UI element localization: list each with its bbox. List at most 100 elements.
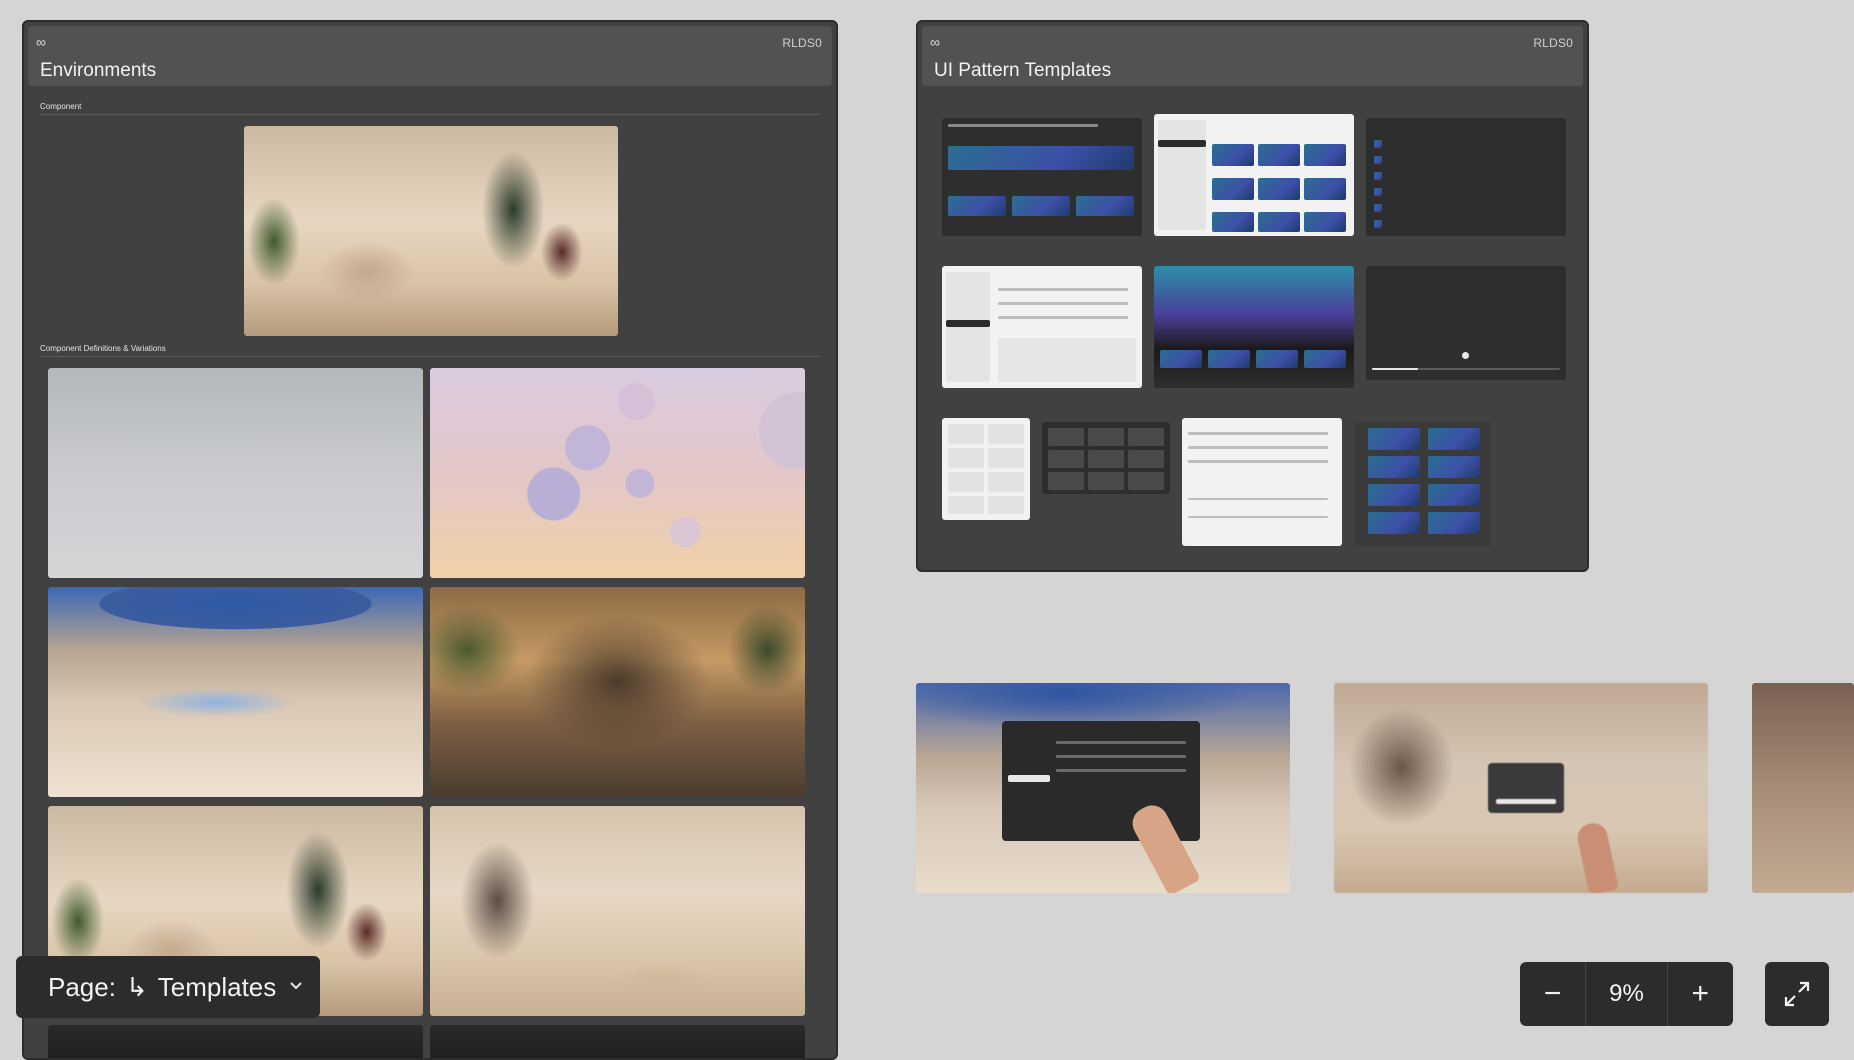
template-thumb-card-grid[interactable] [1354,422,1490,546]
template-tile [948,472,984,492]
template-search-bar [948,124,1098,127]
template-selected-item [1158,140,1206,147]
page-name: Templates [157,971,277,1002]
template-tile [1128,472,1164,490]
template-thumb-dark-list[interactable] [942,118,1142,236]
rlds-badge: RLDS0 [1533,36,1573,50]
template-selected-item [1008,775,1050,782]
template-card [948,196,1006,216]
fullscreen-button[interactable] [1765,962,1829,1026]
environment-tile-space[interactable] [48,1025,423,1058]
template-thumb-light-grid[interactable] [1154,114,1354,236]
template-setting-row [1188,432,1328,435]
template-tile [1128,450,1164,468]
environment-tile-room[interactable] [430,806,805,1016]
template-setting-row [1188,446,1328,449]
environments-frame[interactable]: ∞ RLDS0 Environments Component Component… [22,20,838,1060]
template-thumb-dark-tiles[interactable] [1042,422,1170,494]
template-row-icon [1374,156,1382,164]
ui-patterns-frame-header: ∞ RLDS0 UI Pattern Templates [922,26,1583,86]
environment-tile-fog[interactable] [48,368,423,578]
zoom-controls: − 9% + [1520,962,1733,1026]
frame-title: Environments [40,60,157,81]
template-card [1258,212,1300,232]
template-thumb-light-tiles[interactable] [942,418,1030,520]
template-card [1304,350,1346,368]
plus-icon: + [1691,977,1710,1010]
meta-logo-icon: ∞ [930,34,940,50]
template-thumb-dark-table[interactable] [1366,118,1566,236]
template-tile [1128,428,1164,446]
template-row-icon [1374,188,1382,196]
section-divider [40,114,820,115]
template-slider [1188,516,1328,518]
template-card [1428,512,1480,534]
template-row-icon [1374,140,1382,148]
template-slider [1188,498,1328,500]
template-card [1212,178,1254,200]
template-setting-row [1056,769,1186,772]
template-selected-item [946,320,990,327]
section-divider [40,356,820,357]
template-card [1258,178,1300,200]
template-card [1212,144,1254,166]
template-row-icon [1374,220,1382,228]
template-tile [948,424,984,444]
template-setting-row [998,288,1128,291]
template-tile [948,448,984,468]
template-thumb-hero[interactable] [1154,266,1354,388]
template-card [1304,178,1346,200]
environment-tile-dark[interactable] [430,1025,805,1058]
template-thumb-light-settings[interactable] [942,266,1142,388]
template-tile [1088,450,1124,468]
dialog-button [1496,799,1556,804]
vr-scene-preview-partial[interactable] [1752,683,1854,893]
chevron-down-icon [288,977,304,998]
zoom-out-button[interactable]: − [1520,962,1585,1026]
template-card [1368,456,1420,478]
environment-tile-plaza[interactable] [48,587,423,797]
environment-tile-bubbles[interactable] [430,368,805,578]
template-tile [988,472,1024,492]
template-tile [948,496,984,514]
template-panel [998,338,1136,382]
section-label-component: Component [40,102,82,111]
zoom-level[interactable]: 9% [1585,962,1668,1026]
template-tile [1048,450,1084,468]
rlds-badge: RLDS0 [782,36,822,50]
template-sidebar [946,272,990,382]
template-setting-row [998,302,1128,305]
template-card [1428,484,1480,506]
vr-scene-preview-settings[interactable] [916,683,1290,893]
template-card [1160,350,1202,368]
template-card [1428,456,1480,478]
environment-preview-main[interactable] [244,126,618,336]
template-row-icon [1374,172,1382,180]
template-tile [988,448,1024,468]
template-tile [988,496,1024,514]
template-tile [988,424,1024,444]
minus-icon: − [1543,977,1562,1010]
template-tile [1088,472,1124,490]
template-card [1208,350,1250,368]
template-row-icon [1374,204,1382,212]
template-sidebar [1158,120,1206,230]
template-card [1256,350,1298,368]
frame-title: UI Pattern Templates [934,60,1112,81]
template-hero-card [948,146,1134,170]
environment-tile-arch[interactable] [430,587,805,797]
section-label-definitions: Component Definitions & Variations [40,344,166,353]
subpage-arrow-icon: ↳ [125,971,148,1002]
play-icon [1462,352,1469,359]
template-thumb-light-form[interactable] [1182,418,1342,546]
page-selector[interactable]: Page: ↳ Templates [16,956,320,1018]
zoom-in-button[interactable]: + [1668,962,1733,1026]
template-setting-row [1056,755,1186,758]
hand-icon [1575,820,1619,893]
vr-dialog-panel [1488,763,1564,813]
ui-pattern-templates-frame[interactable]: ∞ RLDS0 UI Pattern Templates [916,20,1589,572]
template-card [1304,144,1346,166]
template-thumb-media-player[interactable] [1366,266,1566,380]
template-card [1076,196,1134,216]
vr-scene-preview-dialog[interactable] [1334,683,1708,893]
